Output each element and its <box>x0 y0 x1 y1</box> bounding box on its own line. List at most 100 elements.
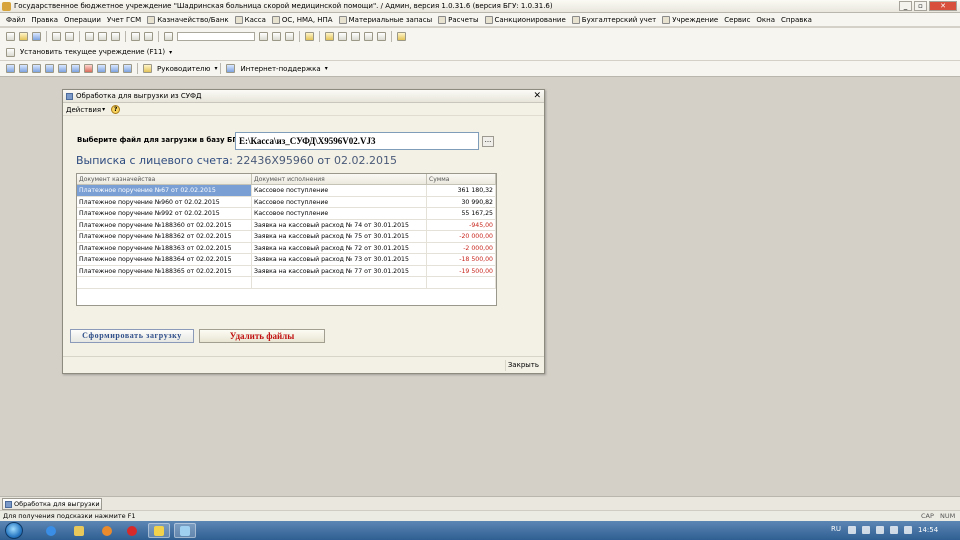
redo-icon[interactable] <box>144 31 153 41</box>
column-header-execution-doc[interactable]: Документ исполнения <box>252 174 427 184</box>
set-institution-button[interactable]: Установить текущее учреждение (F11) <box>20 48 165 56</box>
table-row[interactable]: Платежное поручение №992 от 02.02.2015 К… <box>77 208 496 220</box>
report-icon[interactable] <box>19 64 28 73</box>
chevron-down-icon[interactable]: ▾ <box>102 106 105 113</box>
tray-display-icon[interactable] <box>876 526 884 534</box>
close-icon[interactable]: ✕ <box>533 91 541 101</box>
table-row[interactable]: Платежное поручение №67 от 02.02.2015 Ка… <box>77 185 496 197</box>
file-path-field[interactable]: E:\Касса\из_СУФД\X9596V02.VJ3 <box>235 132 479 150</box>
browse-button[interactable]: ... <box>482 136 494 147</box>
menu-file[interactable]: Файл <box>3 16 28 24</box>
lightbulb-icon[interactable] <box>397 31 406 41</box>
taskbar-ie[interactable] <box>40 523 62 538</box>
taskbar-media[interactable] <box>96 523 118 538</box>
start-button[interactable] <box>5 522 23 539</box>
replace-icon[interactable] <box>285 31 294 41</box>
documents-table[interactable]: Документ казначейства Документ исполнени… <box>76 173 497 306</box>
menu-authorization[interactable]: Санкционирование <box>482 15 569 24</box>
analysis-icon[interactable] <box>84 64 93 73</box>
internet-support-button[interactable]: Интернет-поддержка <box>240 65 320 73</box>
language-indicator[interactable]: RU <box>831 525 841 533</box>
taskbar-opera[interactable] <box>121 523 143 538</box>
open-icon[interactable] <box>19 31 28 41</box>
taskbar-explorer[interactable] <box>68 523 90 538</box>
taskbar-1c[interactable] <box>148 523 170 538</box>
window-tab[interactable]: Обработка для выгрузки и... <box>2 498 102 510</box>
table-row-empty[interactable] <box>77 277 496 289</box>
tray-volume-icon[interactable] <box>904 526 912 534</box>
memory-plus-icon[interactable] <box>364 31 373 41</box>
search-input[interactable] <box>177 31 255 41</box>
menu-cash[interactable]: Касса <box>232 15 269 24</box>
maximize-button[interactable]: ▫ <box>914 1 927 11</box>
table-row[interactable]: Платежное поручение №960 от 02.02.2015 К… <box>77 196 496 208</box>
delete-files-button[interactable]: Удалить файлы <box>199 329 325 343</box>
minimize-button[interactable]: _ <box>899 1 912 11</box>
menu-institution[interactable]: Учреждение <box>659 15 721 24</box>
find-next-icon[interactable] <box>259 31 268 41</box>
memory-icon[interactable] <box>351 31 360 41</box>
chart-icon[interactable] <box>123 64 132 73</box>
close-window-button[interactable]: ✕ <box>929 1 957 11</box>
chevron-down-icon[interactable]: ▾ <box>214 65 217 72</box>
calendar-icon[interactable] <box>325 31 334 41</box>
chevron-down-icon[interactable]: ▾ <box>325 65 328 72</box>
copy-icon[interactable] <box>98 31 107 41</box>
manager-button[interactable]: Руководителю <box>157 65 210 73</box>
search-icon[interactable] <box>164 31 173 41</box>
tray-network-icon[interactable] <box>890 526 898 534</box>
menu-settlements[interactable]: Расчеты <box>435 15 481 24</box>
table-row[interactable]: Платежное поручение №188364 от 02.02.201… <box>77 254 496 266</box>
memory-minus-icon[interactable] <box>377 31 386 41</box>
balance-icon[interactable] <box>32 64 41 73</box>
menu-edit[interactable]: Правка <box>28 16 61 24</box>
cell-empty <box>252 277 427 288</box>
actions-menu[interactable]: Действия <box>66 106 101 114</box>
table-row[interactable]: Платежное поручение №188360 от 02.02.201… <box>77 219 496 231</box>
help-icon[interactable]: ? <box>111 105 121 114</box>
tools-icon[interactable] <box>305 31 314 41</box>
column-header-sum[interactable]: Сумма <box>427 174 496 184</box>
menu-accounting[interactable]: Бухгалтерский учет <box>569 15 659 24</box>
menu-fuel[interactable]: Учет ГСМ <box>104 16 144 24</box>
taskbar-paint[interactable] <box>174 523 196 538</box>
save-icon[interactable] <box>32 31 41 41</box>
cell-exec: Заявка на кассовый расход № 73 от 30.01.… <box>252 254 427 265</box>
clock[interactable]: 14:54 <box>918 526 938 534</box>
column-header-treasury-doc[interactable]: Документ казначейства <box>77 174 252 184</box>
preview-icon[interactable] <box>65 31 74 41</box>
menu-windows[interactable]: Окна <box>753 16 778 24</box>
generate-load-button[interactable]: Сформировать загрузку <box>70 329 194 343</box>
ledger-icon[interactable] <box>45 64 54 73</box>
menu-treasury[interactable]: Казначейство/Банк <box>144 15 231 24</box>
close-button[interactable]: Закрыть <box>504 360 541 371</box>
table-row[interactable]: Платежное поручение №188365 от 02.02.201… <box>77 265 496 277</box>
find-prev-icon[interactable] <box>272 31 281 41</box>
cut-icon[interactable] <box>85 31 94 41</box>
menu-help[interactable]: Справка <box>778 16 815 24</box>
journal-icon[interactable] <box>6 64 15 73</box>
chevron-down-icon[interactable]: ▾ <box>169 49 172 56</box>
turnover-icon[interactable] <box>58 64 67 73</box>
form-icon <box>5 501 12 508</box>
menu-operations[interactable]: Операции <box>61 16 104 24</box>
quick-toolbar: Руководителю ▾ Интернет-поддержка ▾ <box>0 61 960 77</box>
table-row[interactable]: Платежное поручение №188362 от 02.02.201… <box>77 231 496 243</box>
dialog-titlebar[interactable]: Обработка для выгрузки из СУФД ✕ <box>63 90 544 103</box>
paste-icon[interactable] <box>111 31 120 41</box>
menu-service[interactable]: Сервис <box>721 16 753 24</box>
card-icon[interactable] <box>71 64 80 73</box>
cell-doc: Платежное поручение №67 от 02.02.2015 <box>77 185 252 196</box>
tray-flag-icon[interactable] <box>862 526 870 534</box>
cell-doc: Платежное поручение №960 от 02.02.2015 <box>77 196 252 207</box>
undo-icon[interactable] <box>131 31 140 41</box>
menu-inventory[interactable]: Материальные запасы <box>336 15 435 24</box>
menu-fixed-assets[interactable]: ОС, НМА, НПА <box>269 15 336 24</box>
tray-arrow-icon[interactable] <box>848 526 856 534</box>
new-icon[interactable] <box>6 31 15 41</box>
statement-icon[interactable] <box>97 64 106 73</box>
print-icon[interactable] <box>52 31 61 41</box>
calculator-icon[interactable] <box>338 31 347 41</box>
table-row[interactable]: Платежное поручение №188363 от 02.02.201… <box>77 242 496 254</box>
summary-icon[interactable] <box>110 64 119 73</box>
